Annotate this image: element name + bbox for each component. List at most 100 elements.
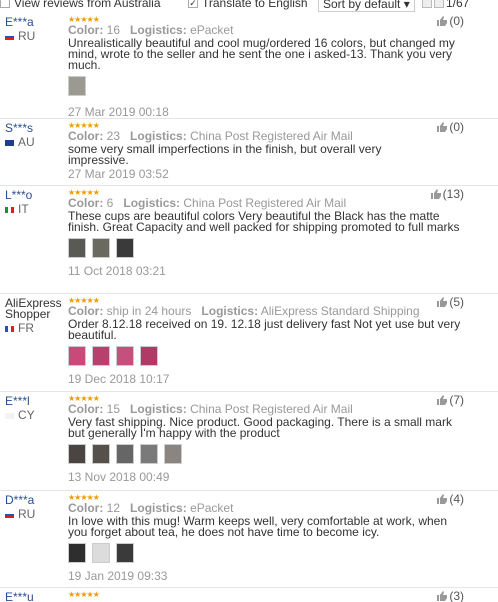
thumbs-up-icon (437, 122, 448, 132)
thumbs-up-icon (437, 591, 448, 601)
review-content: ★★★★★ Color: 12 Logistics: ePacket In lo… (68, 494, 468, 583)
helpful-button[interactable]: (13) (430, 187, 464, 201)
reviewer-name: E***a (5, 15, 34, 29)
review-photo[interactable] (92, 346, 110, 366)
review-item: D***a RU ★★★★★ Color: 12 Logistics: ePac… (0, 492, 498, 588)
review-date: 11 Oct 2018 03:21 (68, 264, 166, 278)
reviewer-country: FR (5, 321, 65, 335)
helpful-button[interactable]: (3) (436, 589, 464, 602)
translate-checkbox[interactable]: ✓ (188, 0, 198, 8)
reviewer-country: RU (5, 508, 65, 520)
review-photo[interactable] (92, 543, 110, 563)
review-content: ★★★★★ Color: 15 Logistics: China Post Re… (68, 395, 468, 484)
review-photo[interactable] (68, 238, 86, 258)
helpful-button[interactable]: (5) (436, 295, 464, 309)
review-photos (68, 238, 468, 258)
review-photo[interactable] (116, 238, 134, 258)
thumbs-up-icon (437, 16, 448, 26)
review-meta: Color: 15 Logistics: China Post Register… (68, 403, 468, 415)
country-code: IT (18, 202, 29, 216)
color-label: Color: (68, 501, 104, 515)
reviewer-info: E***l CY (5, 394, 65, 422)
review-content: ★★★★★ Color: 23 Logistics: China Post Re… (68, 122, 468, 182)
review-photos (68, 543, 468, 563)
review-photos (68, 444, 468, 464)
review-meta: Color: 12 Logistics: ePacket (68, 502, 468, 514)
sort-dropdown[interactable]: Sort by default ▾ (318, 0, 415, 12)
review-photos (68, 346, 468, 366)
review-photo[interactable] (92, 444, 110, 464)
flag-it-icon (5, 206, 14, 213)
review-photo[interactable] (68, 543, 86, 563)
review-text: Unrealistically beautiful and cool mug/o… (68, 36, 455, 72)
translate-filter[interactable]: ✓ Translate to English (188, 0, 308, 10)
reviewer-name: E***u (5, 590, 34, 602)
color-value: 12 (106, 501, 121, 515)
prev-page-button[interactable] (422, 0, 432, 8)
country-code: CY (18, 408, 35, 422)
logistics-label: Logistics: (130, 129, 187, 143)
logistics-value: China Post Registered Air Mail (190, 402, 353, 416)
helpful-button[interactable]: (0) (436, 120, 464, 134)
review-photo[interactable] (68, 346, 86, 366)
reviewer-country: RU (5, 29, 65, 43)
country-code: AU (18, 135, 35, 149)
sort-label: Sort by default (323, 0, 401, 11)
review-date: 27 Mar 2019 03:52 (68, 167, 169, 181)
review-photo[interactable] (164, 444, 182, 464)
country-code: RU (18, 29, 36, 43)
review-date: 27 Mar 2019 00:18 (68, 105, 169, 119)
reviewer-info: L***o IT (5, 188, 65, 216)
review-photo[interactable] (68, 76, 86, 96)
reviewer-name: L***o (5, 188, 33, 202)
helpful-count: (13) (442, 187, 464, 201)
color-value: ship in 24 hours (106, 304, 192, 318)
helpful-count: (7) (449, 393, 464, 407)
flag-ru-icon (5, 511, 14, 518)
color-label: Color: (68, 196, 104, 210)
helpful-count: (4) (449, 492, 464, 506)
review-photos (68, 76, 468, 96)
logistics-value: China Post Registered Air Mail (190, 129, 353, 143)
helpful-button[interactable]: (4) (436, 492, 464, 506)
helpful-count: (5) (449, 295, 464, 309)
flag-ru-icon (5, 33, 14, 40)
country-code: FR (18, 321, 34, 335)
review-item: AliExpress Shopper FR ★★★★★ Color: ship … (0, 295, 498, 392)
helpful-button[interactable]: (7) (436, 393, 464, 407)
review-photo[interactable] (116, 444, 134, 464)
review-photo[interactable] (140, 346, 158, 366)
reviewer-name: E***l (5, 394, 30, 408)
color-value: 16 (106, 23, 121, 37)
view-australia-checkbox[interactable] (0, 0, 10, 8)
helpful-button[interactable]: (0) (436, 14, 464, 28)
reviewer-info: D***a RU (5, 494, 65, 520)
color-label: Color: (68, 402, 104, 416)
flag-fr-icon (5, 325, 14, 332)
review-text: These cups are beautiful colors Very bea… (68, 209, 460, 234)
logistics-value: AliExpress Standard Shipping (260, 304, 420, 318)
color-value: 6 (106, 196, 114, 210)
review-content: ★★★★★ Color: 16 Logistics: ePacket Unrea… (68, 16, 468, 119)
review-content: ★★★★★ (68, 591, 468, 599)
helpful-count: (0) (449, 120, 464, 134)
review-meta: Color: 6 Logistics: China Post Registere… (68, 197, 468, 209)
reviewer-country: AU (5, 135, 65, 149)
helpful-count: (0) (449, 14, 464, 28)
thumbs-up-icon (437, 494, 448, 504)
reviewer-name: AliExpress Shopper (5, 296, 62, 321)
review-text: Order 8.12.18 received on 19. 12.18 just… (68, 317, 461, 342)
review-photo[interactable] (116, 346, 134, 366)
next-page-button[interactable] (434, 0, 444, 8)
sort-select[interactable]: Sort by default ▾ (318, 0, 415, 12)
logistics-value: ePacket (190, 23, 234, 37)
color-value: 23 (106, 129, 121, 143)
reviewer-info: E***u (5, 590, 65, 602)
review-photo[interactable] (140, 444, 158, 464)
view-australia-filter[interactable]: View reviews from Australia (0, 0, 161, 10)
review-photo[interactable] (116, 543, 134, 563)
review-item: S***s AU ★★★★★ Color: 23 Logistics: Chin… (0, 120, 498, 186)
review-photo[interactable] (92, 238, 110, 258)
review-date: 19 Jan 2019 09:33 (68, 569, 168, 583)
review-photo[interactable] (68, 444, 86, 464)
